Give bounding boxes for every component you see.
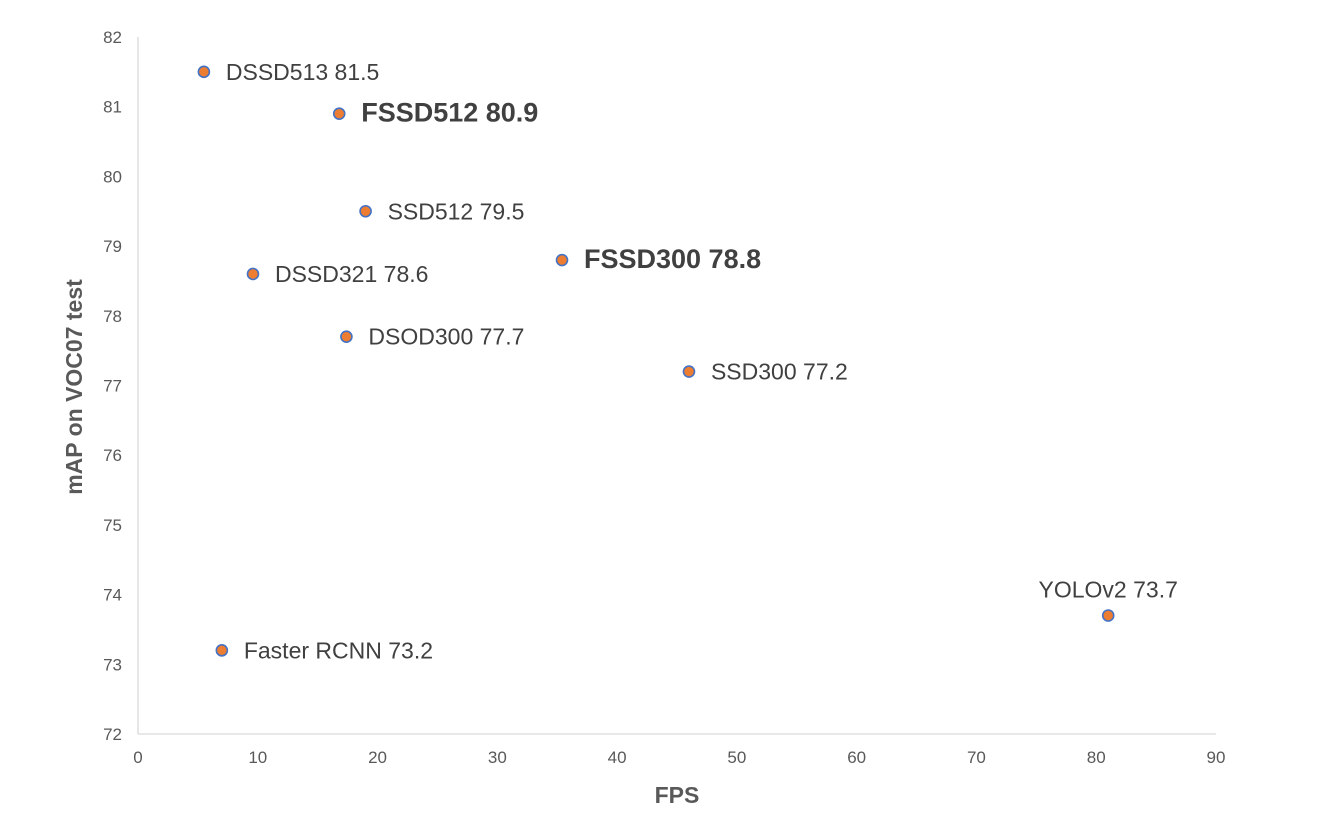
y-tick-label: 79 [103,237,122,256]
y-tick-label: 77 [103,377,122,396]
data-point [682,365,696,378]
y-tick-label: 78 [103,307,122,326]
y-tick-label: 76 [103,446,122,465]
data-label: DSOD300 77.7 [368,324,524,350]
data-label: Faster RCNN 73.2 [244,637,433,663]
x-tick-label: 0 [133,748,142,767]
data-point [555,253,569,267]
scatter-chart: 0 10 20 30 40 50 60 70 80 90 72 73 74 75 76 77 78 79 80 81 8… [61,28,1226,808]
x-tick-label: 30 [488,748,507,767]
data-point [215,644,229,657]
y-tick-label: 72 [103,725,122,744]
chart-points [197,65,1115,657]
x-tick-label: 90 [1207,748,1226,767]
data-point [197,65,211,79]
x-tick-label: 70 [967,748,986,767]
y-tick-label: 74 [103,586,122,605]
data-label: DSSD513 81.5 [226,59,379,85]
x-tick-label: 40 [608,748,627,767]
y-tick-label: 82 [103,28,122,47]
x-axis-title: FPS [655,782,700,808]
x-tick-label: 10 [248,748,267,767]
y-tick-label: 73 [103,655,122,674]
data-label: YOLOv2 73.7 [1039,577,1178,603]
data-label: FSSD512 80.9 [361,98,538,128]
y-axis-title: mAP on VOC07 test [61,279,87,495]
data-label: FSSD300 78.8 [584,244,761,274]
data-point [340,330,353,344]
data-label: DSSD321 78.6 [275,261,428,287]
x-tick-label: 80 [1087,748,1106,767]
data-point [359,204,372,218]
chart-axes [137,37,1216,735]
data-point [246,267,260,281]
x-tick-label: 20 [368,748,387,767]
data-point [332,107,346,120]
data-point [1101,609,1115,622]
x-tick-label: 60 [847,748,866,767]
chart-point-labels: DSSD513 81.5 FSSD512 80.9 SSD512 79.5 FSSD3… [226,59,1178,664]
data-label: SSD512 79.5 [388,198,525,224]
data-label: SSD300 77.2 [711,359,848,385]
x-tick-label: 50 [727,748,746,767]
y-tick-label: 75 [103,516,122,535]
y-tick-label: 81 [103,98,122,117]
y-tick-label: 80 [103,167,122,186]
